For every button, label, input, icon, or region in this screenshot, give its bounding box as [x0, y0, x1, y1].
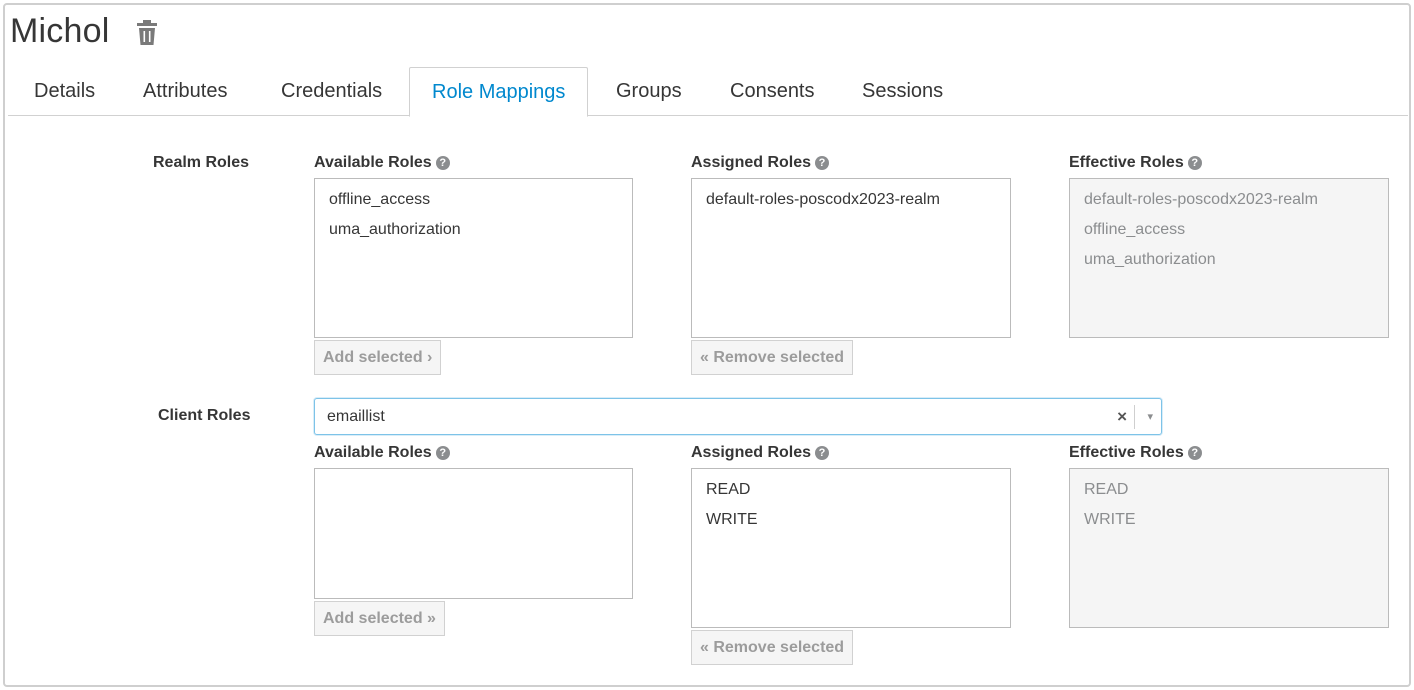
chevron-down-icon[interactable]: ▾	[1147, 399, 1153, 435]
realm-assigned-roles-text: Assigned Roles	[691, 154, 812, 171]
client-assigned-roles-text: Assigned Roles	[691, 444, 812, 461]
list-item[interactable]: default-roles-poscodx2023-realm	[692, 185, 1010, 215]
tab-attributes[interactable]: Attributes	[121, 67, 249, 116]
client-available-roles-label: Available Roles?	[314, 444, 450, 462]
tab-groups[interactable]: Groups	[594, 67, 704, 116]
list-item: offline_access	[1084, 221, 1186, 238]
page-title: Michol	[10, 12, 110, 50]
list-item: uma_authorization	[1084, 251, 1216, 268]
tab-details[interactable]: Details	[12, 67, 117, 116]
list-item: default-roles-poscodx2023-realm	[1084, 191, 1318, 208]
client-remove-selected-button[interactable]: « Remove selected	[691, 630, 854, 665]
help-icon[interactable]: ?	[815, 156, 830, 170]
client-select-value: emaillist	[327, 408, 385, 425]
help-icon[interactable]: ?	[1187, 446, 1202, 460]
realm-remove-selected-button[interactable]: « Remove selected	[691, 340, 854, 375]
list-item[interactable]: offline_access	[315, 185, 632, 215]
realm-effective-roles-text: Effective Roles	[1069, 154, 1184, 171]
list-item: READ	[1084, 481, 1129, 498]
tab-bar: Details Attributes Credentials Role Mapp…	[8, 67, 1408, 117]
trash-icon[interactable]	[136, 20, 158, 46]
tab-role-mappings[interactable]: Role Mappings	[409, 67, 589, 117]
realm-assigned-roles-label: Assigned Roles?	[691, 154, 830, 172]
realm-effective-roles-list: default-roles-poscodx2023-realm offline_…	[1069, 178, 1389, 338]
clear-icon[interactable]: ×	[1117, 399, 1127, 435]
help-icon[interactable]: ?	[435, 156, 450, 170]
list-item[interactable]: READ	[692, 475, 1010, 505]
realm-roles-label: Realm Roles	[153, 154, 250, 171]
list-item[interactable]: WRITE	[692, 505, 1010, 535]
select-divider	[1134, 405, 1135, 429]
realm-available-roles-list[interactable]: offline_access uma_authorization	[314, 178, 633, 338]
realm-effective-roles-label: Effective Roles?	[1069, 154, 1202, 172]
help-icon[interactable]: ?	[435, 446, 450, 460]
list-item: WRITE	[1084, 511, 1136, 528]
client-assigned-roles-list[interactable]: READ WRITE	[691, 468, 1011, 628]
client-effective-roles-list: READ WRITE	[1069, 468, 1389, 628]
client-effective-roles-text: Effective Roles	[1069, 444, 1184, 461]
tab-sessions[interactable]: Sessions	[840, 67, 965, 116]
realm-add-selected-button[interactable]: Add selected ›	[314, 340, 442, 375]
client-roles-label: Client Roles	[158, 407, 251, 424]
client-available-roles-list[interactable]	[314, 468, 633, 599]
realm-assigned-roles-list[interactable]: default-roles-poscodx2023-realm	[691, 178, 1011, 338]
client-select[interactable]: emaillist × ▾	[314, 398, 1162, 435]
client-add-selected-button[interactable]: Add selected »	[314, 601, 445, 636]
tab-credentials[interactable]: Credentials	[259, 67, 404, 116]
tab-consents[interactable]: Consents	[708, 67, 837, 116]
realm-available-roles-label: Available Roles?	[314, 154, 450, 172]
client-available-roles-text: Available Roles	[314, 444, 432, 461]
help-icon[interactable]: ?	[1187, 156, 1202, 170]
realm-available-roles-text: Available Roles	[314, 154, 432, 171]
client-assigned-roles-label: Assigned Roles?	[691, 444, 830, 462]
client-effective-roles-label: Effective Roles?	[1069, 444, 1202, 462]
list-item[interactable]: uma_authorization	[315, 215, 632, 245]
help-icon[interactable]: ?	[815, 446, 830, 460]
